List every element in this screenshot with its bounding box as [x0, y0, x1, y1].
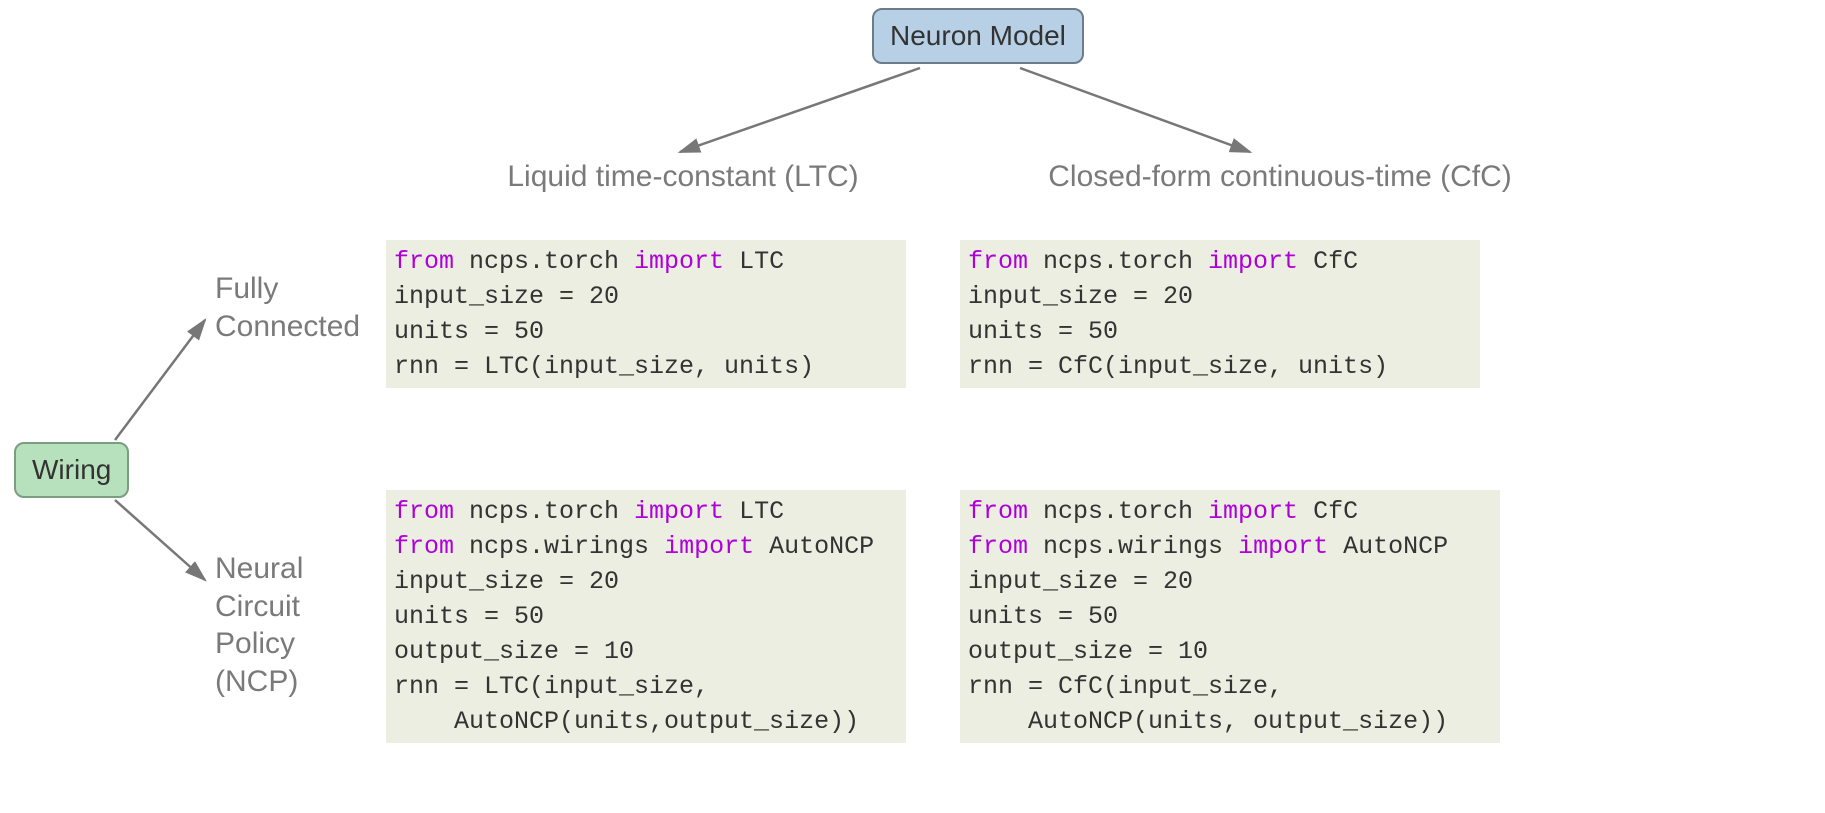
- column-header-cfc: Closed-form continuous-time (CfC): [1000, 160, 1560, 194]
- column-header-ltc: Liquid time-constant (LTC): [458, 160, 908, 194]
- code-fc-cfc: from ncps.torch import CfC input_size = …: [960, 240, 1480, 388]
- code-fc-ltc: from ncps.torch import LTC input_size = …: [386, 240, 906, 388]
- row-header-ncp: Neural Circuit Policy (NCP): [215, 550, 303, 700]
- row-header-fully-connected: Fully Connected: [215, 270, 360, 345]
- wiring-node: Wiring: [14, 442, 129, 498]
- neuron-model-label: Neuron Model: [890, 20, 1066, 51]
- neuron-model-node: Neuron Model: [872, 8, 1084, 64]
- wiring-label: Wiring: [32, 454, 111, 485]
- code-ncp-cfc: from ncps.torch import CfC from ncps.wir…: [960, 490, 1500, 743]
- code-ncp-ltc: from ncps.torch import LTC from ncps.wir…: [386, 490, 906, 743]
